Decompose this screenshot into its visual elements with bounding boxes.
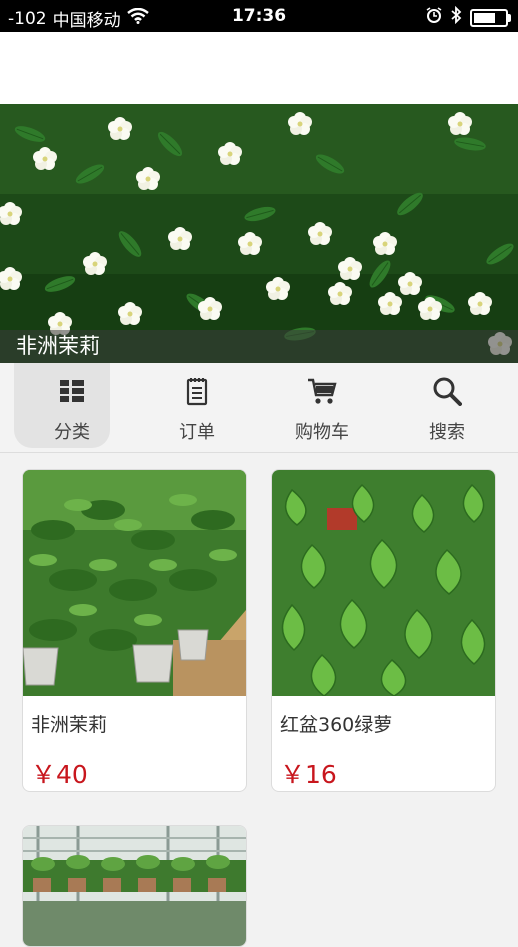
- product-image: [23, 826, 246, 946]
- product-name: 非洲茉莉: [31, 714, 108, 736]
- product-price: ￥16: [280, 760, 337, 789]
- order-notepad-icon: [135, 375, 259, 407]
- product-card[interactable]: [22, 825, 247, 947]
- category-tab-classify[interactable]: 分类: [10, 363, 134, 452]
- category-label: 分类: [54, 422, 90, 443]
- category-label: 购物车: [295, 422, 349, 443]
- nav-header: [0, 32, 518, 104]
- product-price: ￥40: [31, 760, 88, 789]
- banner-image: [0, 104, 518, 363]
- category-tab-cart[interactable]: 购物车: [260, 363, 384, 452]
- category-label: 订单: [179, 422, 215, 443]
- cart-icon: [260, 375, 384, 407]
- product-card[interactable]: 非洲茉莉 ￥40: [22, 469, 247, 792]
- search-icon: [385, 375, 509, 407]
- banner-caption: 非洲茉莉: [0, 330, 518, 363]
- product-card[interactable]: 红盆360绿萝 ￥16: [271, 469, 496, 792]
- alarm-icon: [426, 7, 442, 28]
- status-right: [426, 5, 511, 29]
- bluetooth-icon: [450, 5, 462, 29]
- category-nav: 分类 订单 购物车 搜索: [0, 363, 518, 453]
- product-image: [272, 470, 495, 696]
- banner-carousel[interactable]: 非洲茉莉: [0, 104, 518, 363]
- category-label: 搜索: [429, 422, 465, 443]
- grid-icon: [10, 375, 134, 407]
- category-tab-orders[interactable]: 订单: [135, 363, 259, 452]
- battery-fill: [474, 12, 495, 23]
- product-name: 红盆360绿萝: [280, 714, 393, 736]
- product-image: [23, 470, 246, 696]
- battery-indicator: [470, 8, 511, 27]
- status-bar: -102 中国移动 17:36: [0, 0, 518, 32]
- category-tab-search[interactable]: 搜索: [385, 363, 509, 452]
